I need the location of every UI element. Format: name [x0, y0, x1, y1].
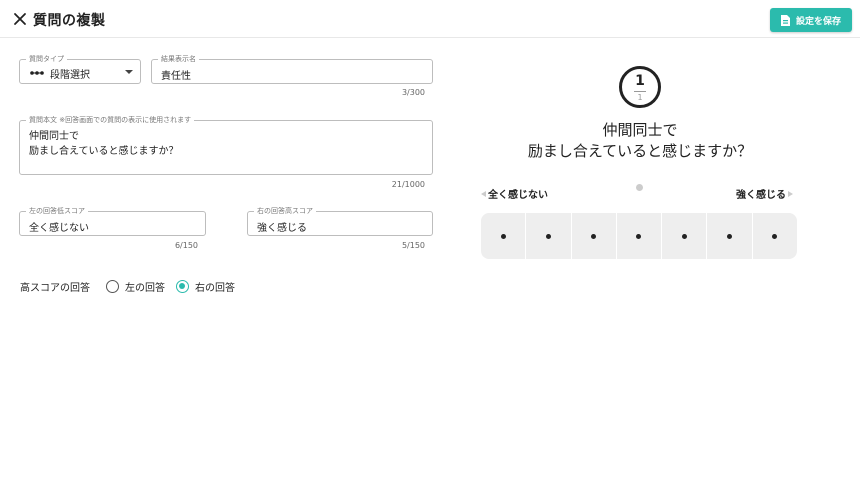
question-body-value: 仲間同士で 励まし合えていると感じますか？: [29, 131, 179, 157]
triangle-right-icon: [788, 190, 793, 197]
left-score-value: 全く感じない: [29, 223, 89, 234]
scale-dot-icon: [591, 233, 597, 239]
radio-right-answer[interactable]: 右の回答: [176, 279, 235, 294]
scale-option-button[interactable]: [662, 213, 707, 259]
save-button-label: 設定を保存: [795, 16, 841, 27]
scale-dot-icon: [772, 233, 778, 239]
high-score-label: 高スコアの回答: [20, 282, 90, 294]
fraction-line: [634, 91, 646, 92]
question-type-label: 質問タイプ: [26, 54, 67, 64]
radio-left-answer[interactable]: 左の回答: [106, 279, 165, 294]
right-score-field[interactable]: 右の回答高スコア 強く感じる: [247, 206, 433, 236]
scale-option-button[interactable]: [616, 213, 662, 259]
question-body-counter: 21/1000: [391, 180, 425, 189]
result-name-field[interactable]: 結果表示名 責任性: [151, 54, 433, 84]
scale-button-group: [481, 213, 797, 259]
triangle-left-icon: [481, 190, 486, 197]
question-type-value: 段階選択: [50, 70, 90, 81]
preview-question-text: 仲間同士で 励まし合えていると感じますか？: [527, 121, 753, 160]
high-score-row: 高スコアの回答 左の回答 右の回答: [20, 278, 235, 294]
question-body-label: 質問本文 ※回答画面での質問の表示に使用されます: [26, 115, 195, 125]
chevron-down-icon: [125, 70, 133, 74]
left-score-label: 左の回答低スコア: [26, 206, 88, 216]
radio-left-circle[interactable]: [106, 279, 119, 293]
save-settings-button[interactable]: 設定を保存: [770, 8, 852, 32]
scale-dot-icon: [727, 233, 733, 239]
scale-left-label: 全く感じない: [481, 186, 548, 201]
radio-right-label: 右の回答: [195, 282, 235, 294]
close-icon[interactable]: [12, 11, 28, 27]
scale-option-button[interactable]: [481, 213, 526, 259]
top-bar: 質問の複製 設定を保存: [0, 0, 860, 38]
right-score-counter: 5/150: [401, 241, 425, 250]
scale-dot-icon: [681, 233, 687, 239]
scale-dot-icon: [636, 233, 642, 239]
scale-option-button[interactable]: [707, 213, 752, 259]
question-number: 1: [635, 73, 645, 89]
scale-left-text: 全く感じない: [488, 190, 548, 201]
result-name-label: 結果表示名: [158, 54, 199, 64]
dots-scale-icon: [30, 71, 44, 75]
left-score-field[interactable]: 左の回答低スコア 全く感じない: [19, 206, 206, 236]
result-name-value: 責任性: [161, 71, 191, 82]
question-number-badge: 1 1: [619, 66, 661, 108]
scale-right-text: 強く感じる: [736, 190, 786, 201]
scale-option-button[interactable]: [526, 213, 571, 259]
radio-right-circle[interactable]: [176, 279, 189, 293]
question-type-select[interactable]: 質問タイプ 段階選択: [19, 54, 141, 84]
scale-right-label: 強く感じる: [736, 186, 793, 201]
right-score-value: 強く感じる: [257, 223, 307, 234]
question-body-field[interactable]: 質問本文 ※回答画面での質問の表示に使用されます 仲間同士で 励まし合えていると…: [19, 115, 433, 175]
right-score-label: 右の回答高スコア: [254, 206, 316, 216]
scale-dot-icon: [500, 233, 506, 239]
question-total: 1: [637, 93, 643, 102]
page-title: 質問の複製: [33, 13, 106, 29]
file-save-icon: [780, 14, 790, 26]
scale-center-dot: [636, 184, 643, 191]
scale-dot-icon: [545, 233, 551, 239]
radio-left-label: 左の回答: [125, 282, 165, 294]
result-name-counter: 3/300: [401, 88, 425, 97]
scale-option-button[interactable]: [752, 213, 797, 259]
left-score-counter: 6/150: [174, 241, 198, 250]
scale-option-button[interactable]: [571, 213, 616, 259]
